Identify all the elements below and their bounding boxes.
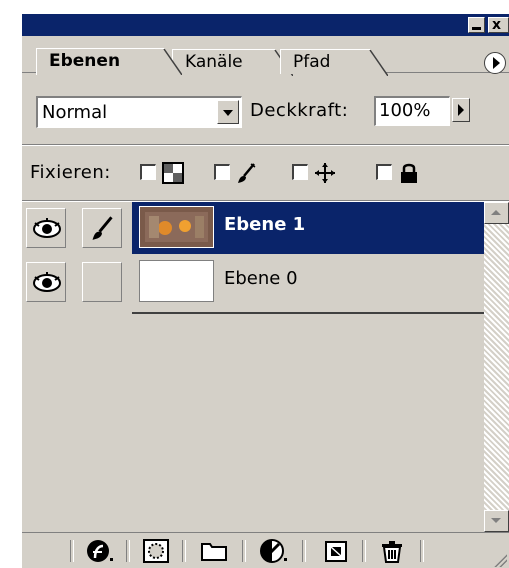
divider: [132, 312, 484, 314]
tab-layers[interactable]: Ebenen: [36, 48, 182, 75]
tab-channels-label: Kanäle: [185, 52, 243, 72]
tab-layers-label: Ebenen: [49, 51, 121, 71]
adjustment-layer-icon[interactable]: [258, 538, 290, 564]
lock-icon: [401, 163, 417, 183]
move-icon: [315, 163, 335, 183]
tab-slant-icon: [160, 49, 182, 75]
close-button[interactable]: x: [488, 17, 509, 33]
opacity-label: Deckkraft:: [250, 100, 349, 121]
lock-row: Fixieren:: [22, 160, 509, 190]
tab-paths[interactable]: Pfad: [280, 49, 388, 76]
divider: [70, 540, 74, 562]
layers-toolbar: [22, 532, 509, 568]
blend-mode-select[interactable]: Normal: [36, 96, 242, 128]
visibility-toggle[interactable]: [26, 262, 66, 302]
eye-icon: [33, 218, 61, 238]
eye-icon: [33, 272, 61, 292]
scroll-up-button[interactable]: [484, 202, 509, 224]
lock-all-checkbox[interactable]: [376, 164, 392, 180]
layers-list: Ebene 1 Ebene 0: [22, 202, 484, 532]
layer-name-cell[interactable]: Ebene 0: [132, 256, 484, 308]
divider: [242, 540, 246, 562]
layer-name: Ebene 1: [224, 214, 306, 235]
divider: [182, 540, 186, 562]
layers-scrollbar[interactable]: [484, 202, 509, 532]
tab-channels[interactable]: Kanäle: [172, 49, 293, 76]
layer-thumbnail: [139, 206, 214, 248]
opacity-slider-button[interactable]: [452, 98, 470, 122]
palette-tabstrip: Ebenen Kanäle Pfad: [22, 36, 509, 76]
scroll-down-button[interactable]: [484, 510, 509, 532]
layer-name: Ebene 0: [224, 268, 298, 289]
layer-row[interactable]: Ebene 0: [22, 256, 484, 314]
divider: [22, 144, 509, 146]
palette-titlebar[interactable]: x: [22, 14, 509, 36]
opacity-field[interactable]: 100%: [374, 96, 450, 126]
minimize-button[interactable]: [468, 17, 485, 33]
tab-paths-label: Pfad: [293, 52, 331, 72]
tab-slant-icon: [366, 50, 388, 76]
layer-name-cell[interactable]: Ebene 1: [132, 202, 484, 254]
layer-thumbnail: [139, 260, 214, 302]
palette-menu-button[interactable]: [484, 52, 506, 74]
link-toggle[interactable]: [82, 262, 122, 302]
blend-row: Normal Deckkraft: 100%: [22, 96, 509, 132]
layer-style-icon[interactable]: [84, 538, 116, 564]
divider: [302, 540, 306, 562]
brush-icon: [238, 163, 256, 183]
brush-icon: [92, 216, 113, 240]
chevron-down-icon[interactable]: [217, 100, 239, 124]
transparency-lock-icon: [162, 162, 184, 184]
divider: [420, 540, 424, 562]
blend-mode-value: Normal: [42, 102, 108, 123]
lock-paint-checkbox[interactable]: [214, 164, 230, 180]
link-toggle[interactable]: [82, 208, 122, 248]
visibility-toggle[interactable]: [26, 208, 66, 248]
layers-palette: x Ebenen Kanäle Pfad Normal Deckkraft: 1…: [22, 14, 509, 568]
divider: [362, 540, 366, 562]
mask-icon[interactable]: [140, 538, 172, 564]
trash-icon[interactable]: [376, 538, 408, 564]
divider: [126, 540, 130, 562]
lock-transparency-checkbox[interactable]: [140, 164, 156, 180]
lock-move-checkbox[interactable]: [292, 164, 308, 180]
layer-row[interactable]: Ebene 1: [22, 202, 484, 254]
new-layer-icon[interactable]: [320, 538, 352, 564]
resize-grip-icon[interactable]: [491, 551, 507, 567]
layer-set-icon[interactable]: [198, 538, 230, 564]
lock-label: Fixieren:: [30, 162, 111, 183]
